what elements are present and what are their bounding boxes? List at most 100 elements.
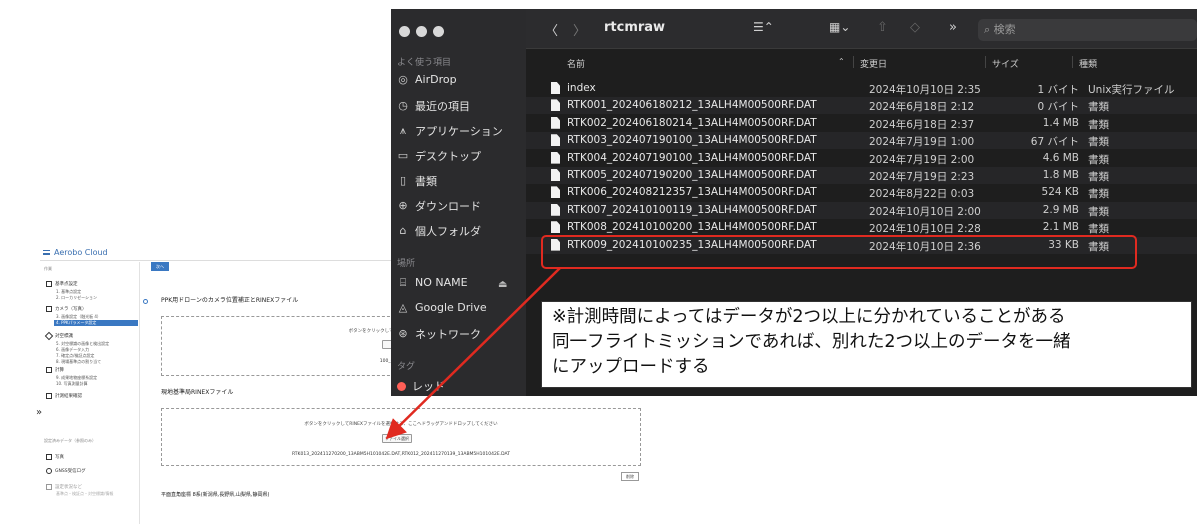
- share-icon[interactable]: ⇧: [877, 20, 888, 35]
- locations-label: 場所: [397, 259, 416, 269]
- rinex-dropzone[interactable]: ボタンをクリックしてRINEXファイルを選択する、ここへドラッグアンドドロップし…: [161, 408, 641, 466]
- sidebar-item-clock[interactable]: ◷ 最近の項目: [397, 98, 470, 114]
- file-row[interactable]: RTK004_202407190100_13ALH4M00500RF.DAT 20…: [526, 150, 1197, 167]
- document-icon: ▯: [399, 174, 407, 187]
- forward-icon[interactable]: 〉: [573, 20, 586, 39]
- back-icon[interactable]: 〈: [545, 20, 558, 39]
- zoom-window-button[interactable]: [433, 26, 444, 37]
- annotation-line: ※計測時間によってはデータが2つ以上に分かれていることがある: [552, 307, 1066, 327]
- file-date: 2024年10月10日 2:00: [869, 205, 981, 218]
- rinex-drop-instructions: ボタンをクリックしてRINEXファイルを選択する、ここへドラッグアンドドロップし…: [304, 422, 498, 427]
- close-window-button[interactable]: [399, 26, 410, 37]
- search-field[interactable]: ⌕ 検索: [978, 19, 1197, 41]
- list-view-icon[interactable]: ☰⌃: [753, 20, 774, 34]
- file-kind: 書類: [1088, 153, 1109, 166]
- file-row[interactable]: RTK008_202410100200_13ALH4M00500RF.DAT 20…: [526, 219, 1197, 236]
- sidebar-item[interactable]: 8. 現場基準点の割り当て: [56, 359, 101, 365]
- sort-chevron-icon[interactable]: ⌃: [838, 57, 845, 66]
- sidebar-group-calc[interactable]: 計算: [46, 367, 64, 373]
- file-row[interactable]: RTK003_202407190100_13ALH4M00500RF.DAT 20…: [526, 132, 1197, 150]
- sidebar-item-label: ネットワーク: [415, 328, 481, 341]
- file-size: 67 バイト: [1030, 136, 1079, 149]
- sidebar-item-airdrop[interactable]: ◎ AirDrop: [397, 73, 456, 86]
- settings-icon: [46, 484, 52, 490]
- sidebar-item-drive[interactable]: ⌸ NO NAME: [397, 276, 468, 289]
- sidebar-item-desktop[interactable]: ▭ デスクトップ: [397, 148, 481, 164]
- more-icon[interactable]: »: [949, 20, 957, 35]
- tag-icon[interactable]: ◇: [910, 20, 920, 35]
- sidebar-group-camera[interactable]: カメラ（写真）: [46, 306, 87, 312]
- document-icon: [551, 151, 560, 164]
- column-name[interactable]: 名前: [567, 57, 585, 70]
- coordinate-system-text: 平面直角座標 8系(新潟県,長野県,山梨県,静岡県): [161, 492, 270, 498]
- file-row[interactable]: index 2024年10月10日 2:35 1 バイト Unix実行ファイル: [526, 80, 1197, 97]
- search-icon: ⌕: [984, 23, 994, 36]
- target-icon: [44, 331, 54, 341]
- menu-icon[interactable]: [43, 250, 50, 255]
- file-date: 2024年10月10日 2:35: [869, 84, 981, 96]
- file-row[interactable]: RTK005_202407190200_13ALH4M00500RF.DAT 20…: [526, 167, 1197, 184]
- sidebar-item-active[interactable]: 4. PPKパラメータ設定: [54, 320, 138, 326]
- sidebar-item[interactable]: 2. ローカリゼーション: [56, 295, 97, 301]
- drive-icon: ⌸: [399, 275, 407, 289]
- network-icon: ⊛: [398, 327, 408, 340]
- file-row[interactable]: RTK007_202410100119_13ALH4M00500RF.DAT 20…: [526, 201, 1197, 219]
- file-size: 0 バイト: [1037, 101, 1079, 114]
- folder-icon: ⌂: [399, 224, 407, 237]
- group-view-icon[interactable]: ▦⌄: [829, 20, 850, 34]
- sidebar-item-apps[interactable]: ⩚ アプリケーション: [397, 123, 503, 139]
- finder-toolbar: 〈 〉 rtcmraw ☰⌃ ▦⌄ ⇧ ◇ » ⌕ 検索: [526, 9, 1197, 49]
- file-kind: 書類: [1088, 136, 1109, 149]
- sidebar-item-label: デスクトップ: [415, 150, 481, 163]
- file-name: RTK006_202408212357_13ALH4M00500RF.DAT: [567, 186, 817, 199]
- column-size[interactable]: サイズ: [992, 57, 1019, 70]
- data-item-gnss[interactable]: GNSS受信ログ: [46, 468, 86, 474]
- sidebar-item-network[interactable]: ⊛ ネットワーク: [397, 326, 481, 342]
- sidebar-section-label: 作業: [44, 266, 52, 271]
- sidebar-item-folder[interactable]: ⌂ 個人フォルダ: [397, 223, 482, 239]
- delete-button[interactable]: 削除: [621, 472, 639, 481]
- sidebar-item[interactable]: 10. 写真測量計算: [56, 381, 88, 387]
- file-name: RTK002_202406180214_13ALH4M00500RF.DAT: [567, 116, 817, 129]
- file-date: 2024年7月19日 1:00: [869, 136, 975, 149]
- file-kind: 書類: [1088, 223, 1109, 236]
- chart-icon: [46, 393, 52, 399]
- sidebar-item-google-drive[interactable]: ◬ Google Drive: [397, 301, 487, 314]
- data-item-photos[interactable]: 写真: [46, 454, 64, 460]
- file-kind: 書類: [1088, 171, 1109, 183]
- column-kind[interactable]: 種類: [1079, 57, 1097, 70]
- document-icon: [551, 82, 560, 94]
- tag-red[interactable]: レッド: [397, 378, 445, 394]
- file-size: 2.1 MB: [1042, 221, 1079, 234]
- data-item-subtext: 基準点・検証点・対空標識/情報: [56, 491, 114, 496]
- sidebar-item-document[interactable]: ▯ 書類: [397, 173, 437, 189]
- rinex-file-select-button[interactable]: ファイル選択: [382, 434, 412, 443]
- file-kind: 書類: [1088, 101, 1109, 114]
- sidebar-item-label: アプリケーション: [415, 125, 503, 138]
- document-icon: [551, 203, 560, 216]
- expand-sidebar-icon[interactable]: »: [36, 407, 42, 418]
- file-row[interactable]: RTK001_202406180212_13ALH4M00500RF.DAT 20…: [526, 97, 1197, 115]
- app-sidebar: 作業 基準点設定 1. 基準点設定 2. ローカリゼーション カメラ（写真） 3…: [36, 262, 148, 524]
- window-title: rtcmraw: [604, 20, 666, 35]
- column-headers: 名前 ⌃ 変更日 サイズ 種類: [526, 54, 1197, 72]
- document-icon: [551, 134, 560, 147]
- next-button[interactable]: 次へ: [151, 262, 169, 271]
- minimize-window-button[interactable]: [416, 26, 427, 37]
- file-date: 2024年7月19日 2:23: [869, 171, 975, 183]
- favorites-label: よく使う項目: [397, 58, 452, 68]
- column-date[interactable]: 変更日: [860, 57, 887, 70]
- eject-icon[interactable]: ⏏: [498, 279, 507, 290]
- sidebar-group-control-points[interactable]: 基準点設定: [46, 281, 78, 287]
- red-tag-dot-icon: [397, 381, 406, 391]
- file-row[interactable]: RTK002_202406180214_13ALH4M00500RF.DAT 20…: [526, 115, 1197, 132]
- sidebar-group-targets[interactable]: 対空標識: [44, 331, 73, 341]
- sidebar-item-report[interactable]: 計測結果確認: [46, 393, 82, 399]
- document-icon: [551, 116, 560, 129]
- help-icon[interactable]: [143, 299, 148, 304]
- sidebar-item-download[interactable]: ⊕ ダウンロード: [397, 198, 481, 214]
- ruler-icon: [46, 281, 52, 287]
- file-row[interactable]: RTK006_202408212357_13ALH4M00500RF.DAT 20…: [526, 184, 1197, 201]
- data-item-settings[interactable]: 設定状況など: [46, 484, 82, 490]
- file-name: RTK001_202406180212_13ALH4M00500RF.DAT: [567, 99, 817, 112]
